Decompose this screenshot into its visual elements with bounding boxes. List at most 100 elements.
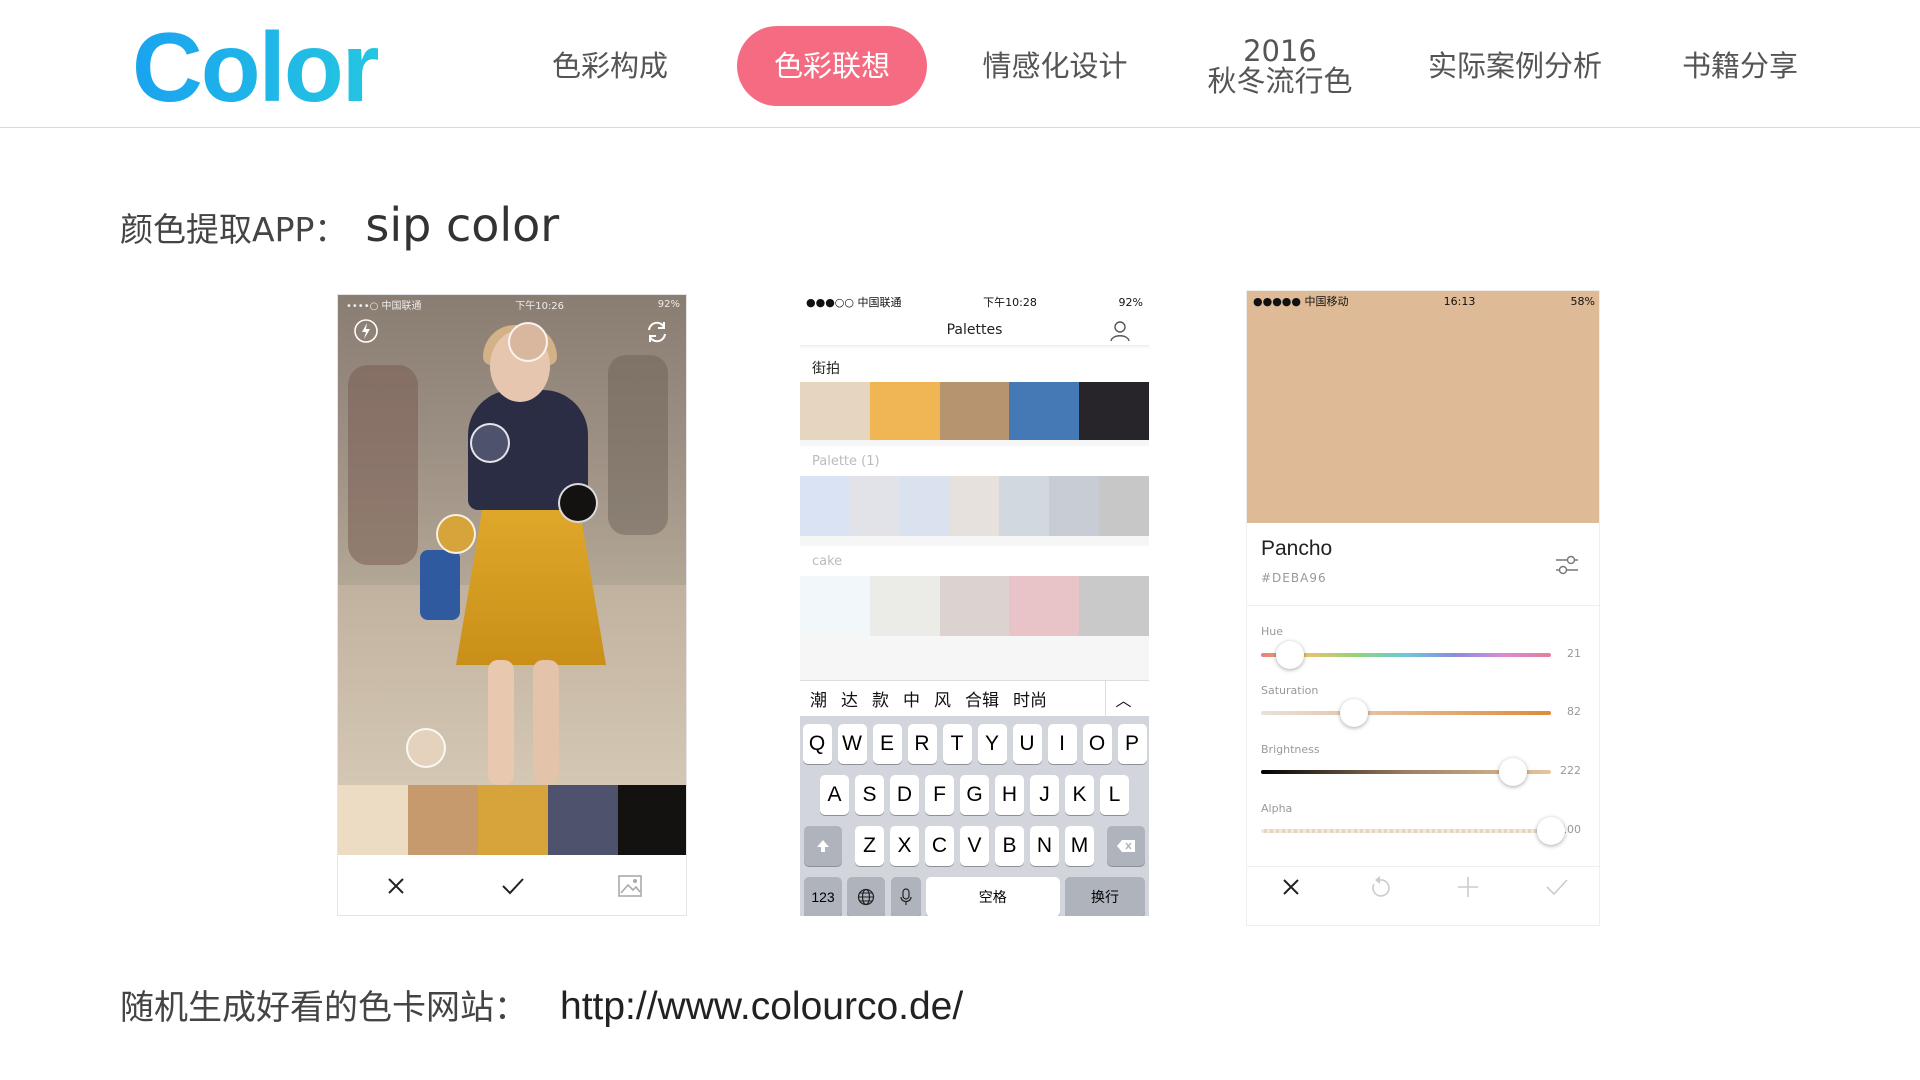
hue-slider[interactable] <box>1261 653 1551 657</box>
slider-knob[interactable] <box>1339 699 1368 727</box>
color-swatch[interactable] <box>869 576 940 636</box>
color-picker-point[interactable] <box>508 322 548 362</box>
color-swatch[interactable] <box>1009 576 1080 636</box>
color-picker-point[interactable] <box>406 728 446 768</box>
key-d[interactable]: D <box>890 775 919 815</box>
color-swatch[interactable] <box>548 785 618 855</box>
alpha-slider[interactable] <box>1261 829 1551 833</box>
nav-item-2016-trend-colors[interactable]: 2016 秋冬流行色 <box>1185 26 1375 106</box>
switch-camera-icon[interactable] <box>642 317 672 347</box>
nav-item-color-association[interactable]: 色彩联想 <box>737 26 927 106</box>
color-swatch[interactable] <box>800 476 850 536</box>
suggestion-word[interactable]: 风 <box>934 686 951 711</box>
globe-icon[interactable] <box>847 877 886 916</box>
key-o[interactable]: O <box>1082 724 1112 764</box>
space-key[interactable]: 空格 <box>925 877 1060 916</box>
slider-knob[interactable] <box>1537 817 1565 845</box>
key-l[interactable]: L <box>1100 775 1129 815</box>
color-swatch[interactable] <box>999 476 1050 536</box>
saturation-slider[interactable] <box>1261 711 1551 715</box>
return-key[interactable]: 换行 <box>1065 877 1145 916</box>
backspace-key[interactable] <box>1107 826 1145 866</box>
key-b[interactable]: B <box>995 826 1024 866</box>
user-icon[interactable] <box>1109 320 1131 342</box>
numbers-key[interactable]: 123 <box>804 877 842 916</box>
key-k[interactable]: K <box>1065 775 1094 815</box>
color-picker-point[interactable] <box>470 423 510 463</box>
key-h[interactable]: H <box>995 775 1024 815</box>
shift-key[interactable] <box>804 826 842 866</box>
add-icon[interactable] <box>1448 867 1488 907</box>
key-r[interactable]: R <box>907 724 937 764</box>
palette-card[interactable]: 街拍 <box>800 348 1149 440</box>
microphone-icon[interactable] <box>890 877 921 916</box>
color-swatch[interactable] <box>1009 382 1080 440</box>
key-p[interactable]: P <box>1117 724 1147 764</box>
key-q[interactable]: Q <box>802 724 832 764</box>
color-swatch[interactable] <box>899 476 950 536</box>
key-e[interactable]: E <box>872 724 902 764</box>
key-i[interactable]: I <box>1047 724 1077 764</box>
color-picker-point[interactable] <box>558 483 598 523</box>
settings-sliders-icon[interactable] <box>1553 551 1581 579</box>
key-m[interactable]: M <box>1065 826 1094 866</box>
suggestion-word[interactable]: 中 <box>903 686 920 711</box>
flash-icon[interactable] <box>352 317 380 345</box>
key-f[interactable]: F <box>925 775 954 815</box>
color-swatch[interactable] <box>408 785 478 855</box>
suggestion-word[interactable]: 达 <box>841 686 858 711</box>
key-g[interactable]: G <box>960 775 989 815</box>
key-j[interactable]: J <box>1030 775 1059 815</box>
key-n[interactable]: N <box>1030 826 1059 866</box>
slider-value: 222 <box>1560 764 1581 777</box>
color-swatch[interactable] <box>939 382 1010 440</box>
nav-item-emotional-design[interactable]: 情感化设计 <box>965 26 1145 106</box>
close-icon[interactable] <box>376 866 416 906</box>
color-swatch[interactable] <box>800 576 870 636</box>
key-y[interactable]: Y <box>977 724 1007 764</box>
color-swatch[interactable] <box>849 476 900 536</box>
key-u[interactable]: U <box>1012 724 1042 764</box>
key-z[interactable]: Z <box>855 826 884 866</box>
color-swatch[interactable] <box>1079 576 1149 636</box>
key-w[interactable]: W <box>837 724 867 764</box>
chevron-up-icon[interactable]: ︿ <box>1105 681 1141 717</box>
suggestion-word[interactable]: 合辑 <box>965 686 999 711</box>
check-icon[interactable] <box>493 866 533 906</box>
nav-item-case-study[interactable]: 实际案例分析 <box>1410 26 1620 106</box>
slider-knob[interactable] <box>1276 641 1304 669</box>
palette-card[interactable]: Palette (1) <box>800 446 1149 536</box>
slider-knob[interactable] <box>1499 758 1528 786</box>
key-v[interactable]: V <box>960 826 989 866</box>
color-swatch[interactable] <box>869 382 940 440</box>
color-swatch[interactable] <box>1049 476 1100 536</box>
key-s[interactable]: S <box>855 775 884 815</box>
website-link[interactable]: http://www.colourco.de/ <box>560 985 963 1029</box>
key-a[interactable]: A <box>820 775 849 815</box>
nav-item-book-sharing[interactable]: 书籍分享 <box>1660 26 1820 106</box>
color-swatch[interactable] <box>939 576 1010 636</box>
color-swatch[interactable] <box>1099 476 1149 536</box>
gallery-icon[interactable] <box>610 866 650 906</box>
undo-icon[interactable] <box>1360 867 1400 907</box>
palette-name[interactable]: 街拍 <box>812 358 840 378</box>
color-swatch[interactable] <box>1079 382 1149 440</box>
logo[interactable]: Color <box>132 18 380 116</box>
color-swatch[interactable] <box>949 476 1000 536</box>
key-t[interactable]: T <box>942 724 972 764</box>
suggestion-word[interactable]: 潮 <box>810 686 827 711</box>
color-swatch[interactable] <box>800 382 870 440</box>
close-icon[interactable] <box>1271 867 1311 907</box>
key-c[interactable]: C <box>925 826 954 866</box>
suggestion-word[interactable]: 时尚 <box>1013 686 1047 711</box>
key-x[interactable]: X <box>890 826 919 866</box>
color-swatch[interactable] <box>338 785 408 855</box>
suggestion-word[interactable]: 款 <box>872 686 889 711</box>
palette-card[interactable]: cake <box>800 546 1149 636</box>
color-swatch[interactable] <box>478 785 548 855</box>
phone-screenshot-palettes: ●●●○○ 中国联通 下午10:28 92% Palettes 街拍 Palet… <box>800 290 1149 916</box>
check-icon[interactable] <box>1537 867 1577 907</box>
nav-item-color-composition[interactable]: 色彩构成 <box>530 26 690 106</box>
color-picker-point[interactable] <box>436 514 476 554</box>
color-swatch[interactable] <box>618 785 686 855</box>
